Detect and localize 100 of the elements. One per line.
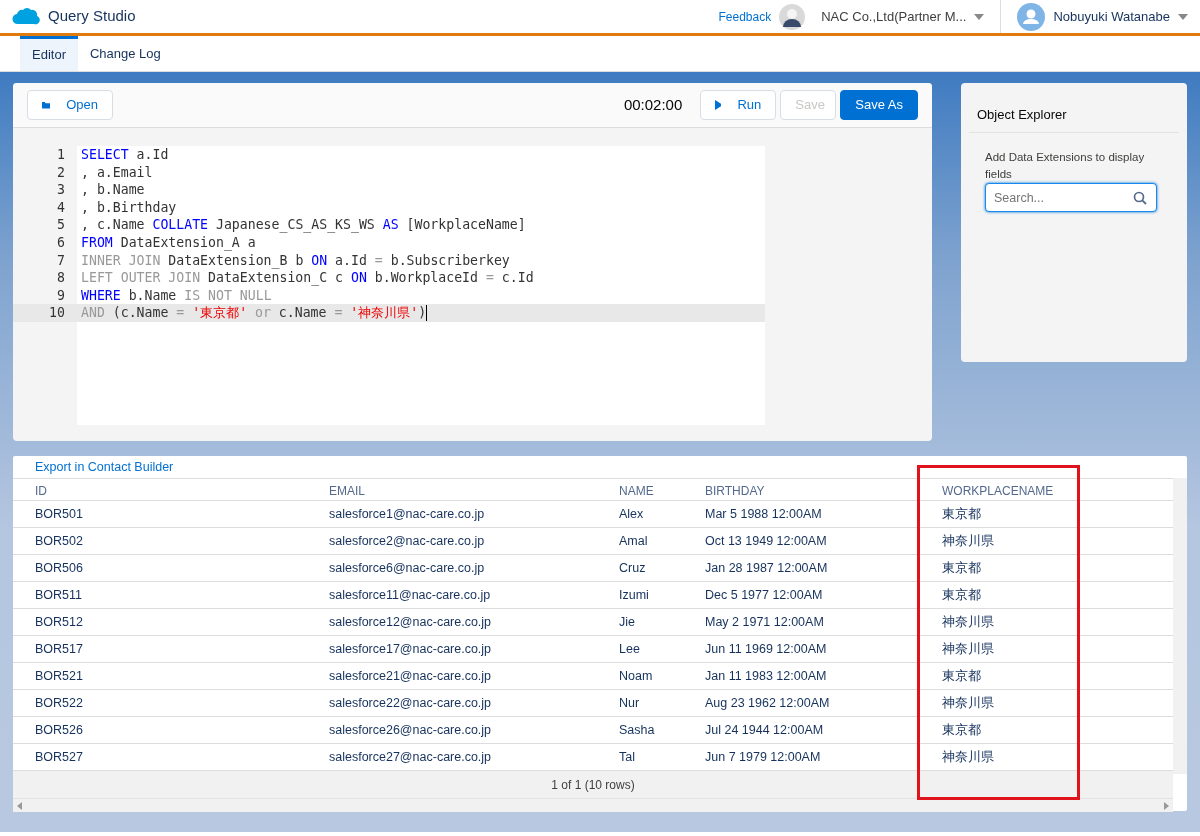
timer: 00:02:00 [623, 94, 683, 115]
table-cell: salesforce2@nac-care.co.jp [307, 527, 597, 555]
table-cell: 東京都 [920, 500, 1173, 528]
table-cell: BOR511 [13, 581, 307, 609]
table-cell: BOR527 [13, 743, 307, 771]
table-cell: May 2 1971 12:00AM [683, 608, 920, 636]
code-line: FROM DataExtension_A a [81, 234, 256, 250]
line-number: 2 [57, 164, 65, 180]
table-cell: salesforce22@nac-care.co.jp [307, 689, 597, 717]
code-line: LEFT OUTER JOIN DataExtension_C c ON b.WorkplaceId = c.Id [81, 270, 534, 286]
code-line: , b.Birthday [81, 199, 177, 215]
play-icon [715, 100, 722, 110]
app-title: Query Studio [48, 6, 136, 27]
table-cell: salesforce17@nac-care.co.jp [307, 635, 597, 663]
table-cell: Sasha [597, 716, 683, 744]
pager-text: 1 of 1 (10 rows) [551, 776, 635, 794]
table-cell: Jun 7 1979 12:00AM [683, 743, 920, 771]
table-cell: 東京都 [920, 554, 1173, 582]
code-line: , b.Name [81, 182, 145, 198]
column-header[interactable]: NAME [597, 478, 683, 501]
table-cell: salesforce27@nac-care.co.jp [307, 743, 597, 771]
table-cell: 東京都 [920, 581, 1173, 609]
table-cell: Jul 24 1944 12:00AM [683, 716, 920, 744]
table-cell: 神奈川県 [920, 743, 1173, 771]
horizontal-scrollbar[interactable] [13, 798, 1173, 812]
table-cell: 神奈川県 [920, 635, 1173, 663]
table-cell: salesforce12@nac-care.co.jp [307, 608, 597, 636]
caret-icon [974, 13, 985, 20]
code-line: INNER JOIN DataExtension_B b ON a.Id = b.Subscriberkey [81, 252, 510, 268]
table-cell: Izumi [597, 581, 683, 609]
line-number: 4 [57, 199, 65, 215]
table-cell: Jan 11 1983 12:00AM [683, 662, 920, 690]
table-cell: BOR522 [13, 689, 307, 717]
tab[interactable]: Change Log [77, 36, 173, 71]
save-as-button[interactable]: Save As [840, 90, 918, 120]
table-cell: Aug 23 1962 12:00AM [683, 689, 920, 717]
caret-icon [1178, 13, 1188, 20]
code-line: WHERE b.Name IS NOT NULL [81, 287, 272, 303]
run-button[interactable]: Run [700, 90, 777, 120]
table-cell: BOR501 [13, 500, 307, 528]
table-cell: Dec 5 1977 12:00AM [683, 581, 920, 609]
feedback-link[interactable]: Feedback [718, 7, 772, 26]
table-cell: Amal [597, 527, 683, 555]
code-line: SELECT a.Id [81, 147, 169, 162]
line-number: 8 [57, 270, 65, 286]
table-cell: Jan 28 1987 12:00AM [683, 554, 920, 582]
table-cell: Oct 13 1949 12:00AM [683, 527, 920, 555]
cloud-logo-icon [12, 6, 40, 27]
scroll-right-icon[interactable] [1164, 801, 1169, 810]
table-cell: Cruz [597, 554, 683, 582]
table-cell: salesforce26@nac-care.co.jp [307, 716, 597, 744]
hint-text: Add Data Extensions to display fields [985, 150, 1146, 182]
table-cell: Jie [597, 608, 683, 636]
table-cell: BOR502 [13, 527, 307, 555]
table-cell: Lee [597, 635, 683, 663]
column-header[interactable]: WORKPLACENAME [920, 478, 1173, 501]
panel-title: Object Explorer [969, 83, 1179, 133]
table-cell: 東京都 [920, 662, 1173, 690]
org-menu[interactable]: NAC Co.,Ltd(Partner M... [821, 6, 985, 27]
avatar-icon [779, 3, 806, 30]
table-cell: BOR512 [13, 608, 307, 636]
table-cell: BOR517 [13, 635, 307, 663]
table-cell: BOR506 [13, 554, 307, 582]
table-cell: 神奈川県 [920, 608, 1173, 636]
search-icon [1133, 191, 1147, 205]
line-number: 9 [57, 287, 65, 303]
vertical-scrollbar[interactable] [1173, 478, 1187, 774]
table-cell: Nur [597, 689, 683, 717]
table-cell: 神奈川県 [920, 527, 1173, 555]
table-cell: salesforce1@nac-care.co.jp [307, 500, 597, 528]
user-menu[interactable]: Nobuyuki Watanabe [1053, 6, 1188, 27]
org-name: NAC Co.,Ltd(Partner M... [821, 7, 967, 26]
export-link[interactable]: Export in Contact Builder [35, 460, 174, 474]
table-cell: Mar 5 1988 12:00AM [683, 500, 920, 528]
table-cell: Tal [597, 743, 683, 771]
column-header[interactable]: ID [13, 478, 307, 501]
line-number: 5 [57, 217, 65, 233]
table-cell: salesforce11@nac-care.co.jp [307, 581, 597, 609]
code-line: AND (c.Name = '東京都' or c.Name = '神奈川県') [81, 305, 427, 321]
line-number: 10 [49, 305, 65, 321]
line-number: 7 [57, 252, 65, 268]
column-header[interactable]: BIRTHDAY [683, 478, 920, 501]
table-cell: salesforce21@nac-care.co.jp [307, 662, 597, 690]
table-cell: Noam [597, 662, 683, 690]
table-cell: BOR526 [13, 716, 307, 744]
column-header[interactable]: EMAIL [307, 478, 597, 501]
open-button[interactable]: Open [27, 90, 113, 120]
line-number: 1 [57, 147, 65, 162]
table-cell: Jun 11 1969 12:00AM [683, 635, 920, 663]
scroll-left-icon[interactable] [17, 801, 22, 810]
table-cell: BOR521 [13, 662, 307, 690]
tab[interactable]: Editor [20, 36, 78, 71]
code-line: , a.Email [81, 164, 153, 180]
folder-icon [42, 99, 51, 111]
line-number: 6 [57, 234, 65, 250]
table-cell: salesforce6@nac-care.co.jp [307, 554, 597, 582]
table-cell: Alex [597, 500, 683, 528]
search-field[interactable]: Search... [985, 183, 1157, 212]
user-avatar-icon [1017, 2, 1046, 31]
code-line: , c.Name COLLATE Japanese_CS_AS_KS_WS AS [WorkplaceName] [81, 217, 526, 233]
